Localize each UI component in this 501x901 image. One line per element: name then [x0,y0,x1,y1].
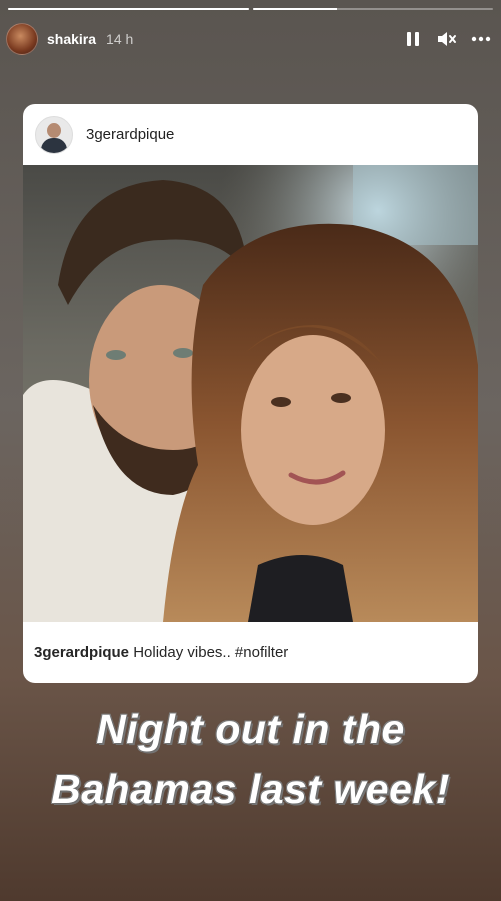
speaker-muted-icon[interactable] [437,29,457,49]
post-avatar[interactable] [35,115,73,154]
story-header: shakira 14 h [6,22,491,56]
more-options-icon[interactable] [471,29,491,49]
post-header: 3gerardpique [23,104,478,165]
story-text-line-2: Bahamas last week! [51,766,450,812]
progress-segment-2 [252,8,493,10]
story-timestamp: 14 h [106,31,134,47]
shared-post-card[interactable]: 3gerardpique 3gerardpique Holiday vibes.… [23,104,478,683]
story-progress [8,8,493,11]
post-caption: 3gerardpique Holiday vibes.. #nofilter [34,644,288,661]
caption-username[interactable]: 3gerardpique [34,644,129,661]
avatar[interactable] [6,23,38,55]
progress-segment-1 [8,8,249,10]
pause-icon[interactable] [403,29,423,49]
story-text-line-1: Night out in the [96,706,405,752]
story-controls [403,29,491,49]
post-username[interactable]: 3gerardpique [86,126,174,143]
story-username[interactable]: shakira [47,31,96,47]
post-photo [23,165,478,622]
caption-text: Holiday vibes.. #nofilter [133,644,289,661]
